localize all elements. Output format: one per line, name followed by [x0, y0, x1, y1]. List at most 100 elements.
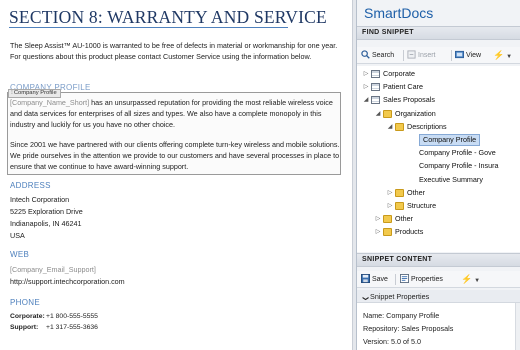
snippet-properties-toggle[interactable]: ❯ Snippet Properties — [357, 290, 520, 303]
properties-scrollbar[interactable] — [515, 303, 520, 350]
folder-icon — [395, 202, 404, 210]
save-icon — [361, 274, 370, 283]
toolbar-separator — [395, 274, 396, 285]
view-button[interactable]: View — [455, 49, 481, 62]
tree-node[interactable]: ◢ Sales Proposals — [357, 94, 520, 106]
folder-icon — [395, 122, 404, 131]
tree-node[interactable]: Company Profile - Insura — [357, 160, 520, 172]
tree-node[interactable]: Company Profile - Gove — [357, 147, 520, 159]
tree-node-label: Other — [395, 214, 413, 224]
tree-node-label: Sales Proposals — [383, 95, 435, 105]
address-line: USA — [10, 231, 25, 240]
collapse-icon[interactable]: ◢ — [363, 94, 369, 106]
since-paragraph: Since 2001 we have partnered with our cl… — [10, 140, 340, 171]
snippet-content-header: SNIPPET CONTENT — [357, 253, 520, 267]
snippet-tree[interactable]: ▷ Corporate ▷ Patient Care ◢ Sales Proposals ◢… — [357, 66, 520, 252]
tree-node[interactable]: Executive Summary — [357, 174, 520, 186]
insert-button[interactable]: Insert — [407, 49, 436, 62]
folder-icon — [383, 215, 392, 224]
repository-icon — [371, 96, 380, 105]
search-label: Search — [372, 52, 395, 59]
tree-node[interactable]: ▷ Structure — [357, 200, 520, 212]
property-repository: Repository: Sales Proposals — [363, 324, 454, 333]
properties-icon — [400, 274, 409, 283]
phone-value: +1 800-555-5555 — [46, 313, 98, 320]
tree-node-label: Executive Summary — [419, 174, 483, 184]
address-heading: ADDRESS — [10, 181, 51, 190]
save-button[interactable]: Save — [361, 273, 388, 286]
snippet-properties-body: Name: Company Profile Repository: Sales … — [357, 303, 520, 350]
tree-node[interactable]: ▷ Other — [357, 213, 520, 225]
tree-node-label: Company Profile - Gove — [419, 148, 496, 158]
title-underline — [9, 27, 288, 28]
expand-icon[interactable]: ▷ — [375, 226, 381, 238]
tree-node-label: Descriptions — [407, 121, 447, 131]
collapse-icon[interactable]: ◢ — [375, 108, 381, 120]
tree-node-label: Company Profile - Insura — [419, 161, 499, 171]
phone-heading: PHONE — [10, 298, 40, 307]
tree-node-label: Products — [395, 227, 424, 237]
toolbar-separator — [403, 50, 404, 61]
content-actions-menu-button[interactable]: ⚡ ▼ — [461, 273, 480, 286]
property-name: Name: Company Profile — [363, 311, 440, 320]
web-heading: WEB — [10, 250, 30, 259]
tree-node-label: Corporate — [383, 69, 415, 78]
tree-node[interactable]: ▷ Corporate — [357, 68, 520, 80]
company-name-placeholder[interactable]: [Company_Name_Short] — [10, 98, 89, 107]
property-version: Version: 5.0 of 5.0 — [363, 337, 421, 346]
tree-node-label: Organization — [395, 108, 436, 118]
tree-node[interactable]: Company Profile — [357, 134, 520, 146]
insert-icon — [407, 50, 416, 59]
expand-icon[interactable]: ▷ — [363, 81, 369, 93]
panel-title: SmartDocs — [364, 5, 434, 21]
tree-node-label: Other — [407, 187, 425, 197]
save-label: Save — [372, 276, 388, 283]
tree-node[interactable]: ◢ Descriptions — [357, 121, 520, 133]
view-icon — [455, 50, 464, 59]
snippet-properties-label: Snippet Properties — [370, 292, 430, 301]
lightning-icon: ⚡ — [493, 50, 505, 60]
phone-row-corporate: Corporate:+1 800-555-5555 — [10, 313, 98, 320]
expand-icon[interactable]: ▷ — [387, 200, 393, 212]
drag-grip-icon[interactable]: ⁝ — [11, 90, 13, 96]
address-line: 5225 Exploration Drive — [10, 207, 83, 216]
collapse-icon[interactable]: ◢ — [387, 121, 393, 133]
address-line: Intech Corporation — [10, 195, 70, 204]
tree-node-label: Structure — [407, 201, 437, 210]
expand-icon[interactable]: ▷ — [387, 187, 393, 199]
view-label: View — [466, 52, 482, 59]
folder-icon — [395, 188, 404, 197]
tree-node[interactable]: ▷ Patient Care — [357, 81, 520, 93]
snippet-icon — [407, 162, 416, 170]
chevron-down-icon: ▼ — [474, 278, 481, 284]
tree-node[interactable]: ▷ Other — [357, 187, 520, 199]
snippet-content-toolbar: Save Properties ⚡ ▼ — [357, 271, 520, 288]
toolbar-separator — [451, 50, 452, 61]
snippet-icon — [407, 176, 416, 184]
document-area[interactable]: SECTION 8: WARRANTY AND SERVICE The Slee… — [0, 0, 352, 350]
company-profile-paragraph: [Company_Name_Short] has an unsurpassed … — [10, 97, 340, 130]
find-snippet-toolbar: Search Insert View ⚡ ▼ — [357, 47, 520, 64]
tree-node[interactable]: ▷ Products — [357, 226, 520, 238]
properties-button[interactable]: Properties — [400, 273, 443, 286]
phone-value: +1 317-555-3636 — [46, 324, 98, 331]
find-snippet-header: FIND SNIPPET — [357, 26, 520, 40]
phone-label: Support: — [10, 324, 39, 331]
search-button[interactable]: Search — [361, 49, 394, 62]
folder-icon — [383, 109, 392, 118]
tree-node-label: Patient Care — [383, 82, 423, 92]
repository-icon — [371, 83, 380, 92]
expand-icon[interactable]: ▷ — [363, 68, 369, 80]
section-title: SECTION 8: WARRANTY AND SERVICE — [9, 7, 327, 27]
support-url[interactable]: http://support.intechcorporation.com — [10, 277, 125, 286]
tree-node[interactable]: ◢ Organization — [357, 108, 520, 120]
address-line: Indianapolis, IN 46241 — [10, 219, 82, 228]
repository-icon — [371, 70, 380, 78]
snippet-tag-label: Company Profile — [13, 90, 57, 96]
email-support-placeholder[interactable]: [Company_Email_Support] — [10, 265, 96, 274]
expand-icon[interactable]: ▷ — [375, 213, 381, 225]
collapse-chevron-icon: ❯ — [362, 295, 369, 302]
chevron-down-icon: ▼ — [506, 54, 513, 60]
actions-menu-button[interactable]: ⚡ ▼ — [493, 49, 512, 62]
snippet-icon — [407, 149, 416, 157]
